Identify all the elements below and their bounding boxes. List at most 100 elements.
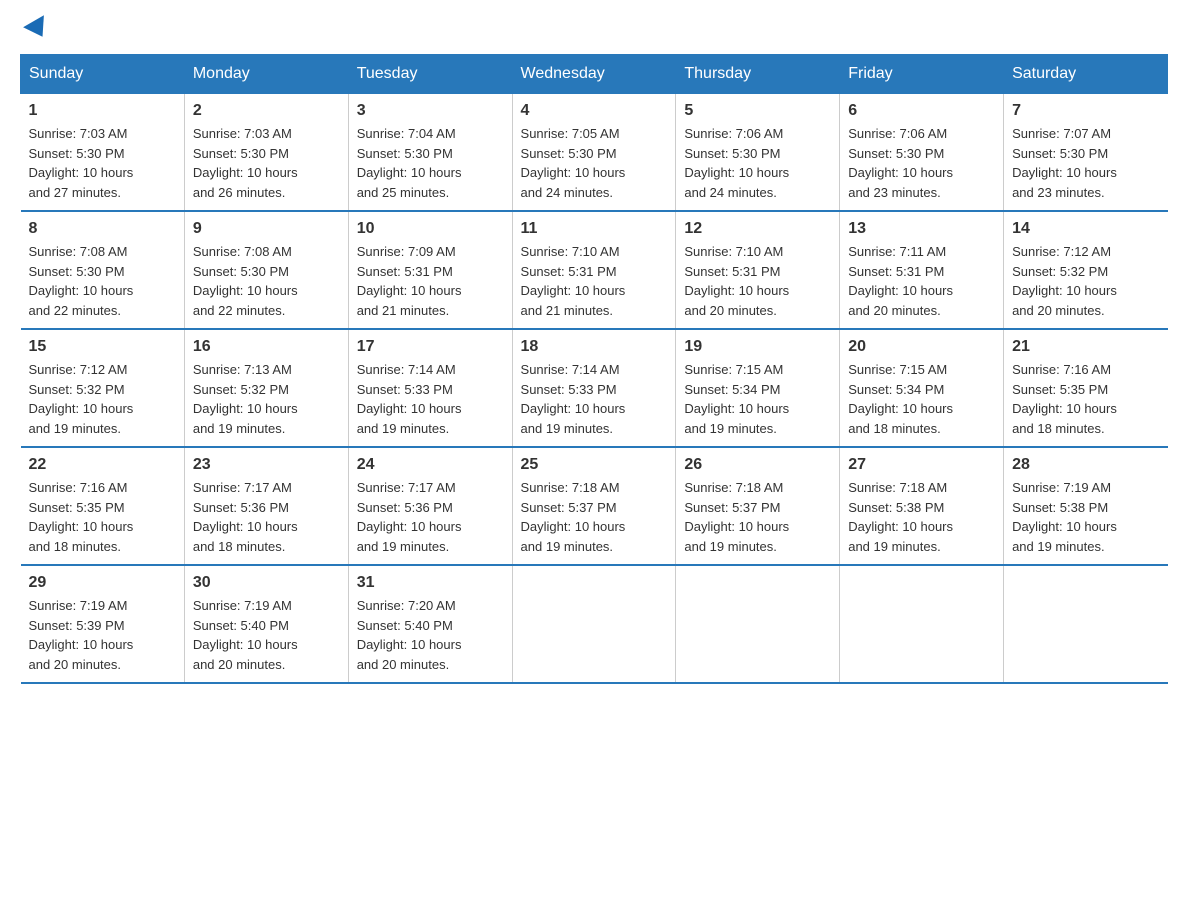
- day-number: 14: [1012, 220, 1159, 238]
- calendar-cell: 27 Sunrise: 7:18 AMSunset: 5:38 PMDaylig…: [840, 447, 1004, 565]
- day-number: 21: [1012, 338, 1159, 356]
- day-info: Sunrise: 7:15 AMSunset: 5:34 PMDaylight:…: [684, 362, 789, 436]
- day-number: 28: [1012, 456, 1159, 474]
- header-tuesday: Tuesday: [348, 55, 512, 94]
- week-row-5: 29 Sunrise: 7:19 AMSunset: 5:39 PMDaylig…: [21, 565, 1168, 683]
- calendar-cell: [840, 565, 1004, 683]
- calendar-table: SundayMondayTuesdayWednesdayThursdayFrid…: [20, 54, 1168, 684]
- calendar-cell: 23 Sunrise: 7:17 AMSunset: 5:36 PMDaylig…: [184, 447, 348, 565]
- calendar-cell: 16 Sunrise: 7:13 AMSunset: 5:32 PMDaylig…: [184, 329, 348, 447]
- day-info: Sunrise: 7:10 AMSunset: 5:31 PMDaylight:…: [684, 244, 789, 318]
- calendar-cell: [676, 565, 840, 683]
- day-info: Sunrise: 7:19 AMSunset: 5:39 PMDaylight:…: [29, 598, 134, 672]
- day-info: Sunrise: 7:12 AMSunset: 5:32 PMDaylight:…: [1012, 244, 1117, 318]
- day-info: Sunrise: 7:05 AMSunset: 5:30 PMDaylight:…: [521, 126, 626, 200]
- calendar-cell: 20 Sunrise: 7:15 AMSunset: 5:34 PMDaylig…: [840, 329, 1004, 447]
- day-number: 11: [521, 220, 668, 238]
- day-number: 19: [684, 338, 831, 356]
- day-number: 7: [1012, 102, 1159, 120]
- calendar-cell: 4 Sunrise: 7:05 AMSunset: 5:30 PMDayligh…: [512, 94, 676, 212]
- day-number: 15: [29, 338, 176, 356]
- day-number: 24: [357, 456, 504, 474]
- day-info: Sunrise: 7:07 AMSunset: 5:30 PMDaylight:…: [1012, 126, 1117, 200]
- calendar-cell: 14 Sunrise: 7:12 AMSunset: 5:32 PMDaylig…: [1004, 211, 1168, 329]
- calendar-header-row: SundayMondayTuesdayWednesdayThursdayFrid…: [21, 55, 1168, 94]
- calendar-cell: 15 Sunrise: 7:12 AMSunset: 5:32 PMDaylig…: [21, 329, 185, 447]
- day-info: Sunrise: 7:18 AMSunset: 5:38 PMDaylight:…: [848, 480, 953, 554]
- header-friday: Friday: [840, 55, 1004, 94]
- day-number: 27: [848, 456, 995, 474]
- calendar-cell: 24 Sunrise: 7:17 AMSunset: 5:36 PMDaylig…: [348, 447, 512, 565]
- day-info: Sunrise: 7:10 AMSunset: 5:31 PMDaylight:…: [521, 244, 626, 318]
- day-info: Sunrise: 7:08 AMSunset: 5:30 PMDaylight:…: [29, 244, 134, 318]
- calendar-cell: 26 Sunrise: 7:18 AMSunset: 5:37 PMDaylig…: [676, 447, 840, 565]
- day-info: Sunrise: 7:17 AMSunset: 5:36 PMDaylight:…: [193, 480, 298, 554]
- calendar-cell: 7 Sunrise: 7:07 AMSunset: 5:30 PMDayligh…: [1004, 94, 1168, 212]
- calendar-cell: [1004, 565, 1168, 683]
- week-row-4: 22 Sunrise: 7:16 AMSunset: 5:35 PMDaylig…: [21, 447, 1168, 565]
- day-number: 9: [193, 220, 340, 238]
- day-number: 25: [521, 456, 668, 474]
- calendar-cell: 3 Sunrise: 7:04 AMSunset: 5:30 PMDayligh…: [348, 94, 512, 212]
- day-number: 20: [848, 338, 995, 356]
- calendar-cell: 18 Sunrise: 7:14 AMSunset: 5:33 PMDaylig…: [512, 329, 676, 447]
- calendar-cell: 22 Sunrise: 7:16 AMSunset: 5:35 PMDaylig…: [21, 447, 185, 565]
- day-info: Sunrise: 7:19 AMSunset: 5:40 PMDaylight:…: [193, 598, 298, 672]
- calendar-cell: 6 Sunrise: 7:06 AMSunset: 5:30 PMDayligh…: [840, 94, 1004, 212]
- header: [20, 20, 1168, 38]
- day-info: Sunrise: 7:03 AMSunset: 5:30 PMDaylight:…: [29, 126, 134, 200]
- day-number: 1: [29, 102, 176, 120]
- calendar-cell: 19 Sunrise: 7:15 AMSunset: 5:34 PMDaylig…: [676, 329, 840, 447]
- calendar-cell: 8 Sunrise: 7:08 AMSunset: 5:30 PMDayligh…: [21, 211, 185, 329]
- day-info: Sunrise: 7:04 AMSunset: 5:30 PMDaylight:…: [357, 126, 462, 200]
- calendar-cell: 25 Sunrise: 7:18 AMSunset: 5:37 PMDaylig…: [512, 447, 676, 565]
- day-info: Sunrise: 7:08 AMSunset: 5:30 PMDaylight:…: [193, 244, 298, 318]
- day-number: 10: [357, 220, 504, 238]
- day-info: Sunrise: 7:14 AMSunset: 5:33 PMDaylight:…: [521, 362, 626, 436]
- week-row-1: 1 Sunrise: 7:03 AMSunset: 5:30 PMDayligh…: [21, 94, 1168, 212]
- day-info: Sunrise: 7:18 AMSunset: 5:37 PMDaylight:…: [521, 480, 626, 554]
- day-number: 12: [684, 220, 831, 238]
- calendar-cell: 1 Sunrise: 7:03 AMSunset: 5:30 PMDayligh…: [21, 94, 185, 212]
- day-number: 13: [848, 220, 995, 238]
- calendar-cell: 29 Sunrise: 7:19 AMSunset: 5:39 PMDaylig…: [21, 565, 185, 683]
- day-number: 22: [29, 456, 176, 474]
- day-number: 4: [521, 102, 668, 120]
- day-info: Sunrise: 7:09 AMSunset: 5:31 PMDaylight:…: [357, 244, 462, 318]
- day-info: Sunrise: 7:13 AMSunset: 5:32 PMDaylight:…: [193, 362, 298, 436]
- day-number: 6: [848, 102, 995, 120]
- logo-blue-text: [20, 20, 50, 38]
- calendar-cell: 17 Sunrise: 7:14 AMSunset: 5:33 PMDaylig…: [348, 329, 512, 447]
- day-number: 29: [29, 574, 176, 592]
- calendar-cell: 9 Sunrise: 7:08 AMSunset: 5:30 PMDayligh…: [184, 211, 348, 329]
- calendar-cell: [512, 565, 676, 683]
- day-number: 16: [193, 338, 340, 356]
- day-number: 2: [193, 102, 340, 120]
- header-monday: Monday: [184, 55, 348, 94]
- day-number: 3: [357, 102, 504, 120]
- calendar-cell: 28 Sunrise: 7:19 AMSunset: 5:38 PMDaylig…: [1004, 447, 1168, 565]
- day-info: Sunrise: 7:03 AMSunset: 5:30 PMDaylight:…: [193, 126, 298, 200]
- calendar-cell: 21 Sunrise: 7:16 AMSunset: 5:35 PMDaylig…: [1004, 329, 1168, 447]
- calendar-cell: 13 Sunrise: 7:11 AMSunset: 5:31 PMDaylig…: [840, 211, 1004, 329]
- day-number: 26: [684, 456, 831, 474]
- day-number: 30: [193, 574, 340, 592]
- day-info: Sunrise: 7:20 AMSunset: 5:40 PMDaylight:…: [357, 598, 462, 672]
- logo-triangle-icon: [23, 15, 53, 43]
- calendar-cell: 12 Sunrise: 7:10 AMSunset: 5:31 PMDaylig…: [676, 211, 840, 329]
- header-sunday: Sunday: [21, 55, 185, 94]
- calendar-cell: 30 Sunrise: 7:19 AMSunset: 5:40 PMDaylig…: [184, 565, 348, 683]
- day-info: Sunrise: 7:06 AMSunset: 5:30 PMDaylight:…: [684, 126, 789, 200]
- day-number: 17: [357, 338, 504, 356]
- day-info: Sunrise: 7:12 AMSunset: 5:32 PMDaylight:…: [29, 362, 134, 436]
- day-info: Sunrise: 7:06 AMSunset: 5:30 PMDaylight:…: [848, 126, 953, 200]
- day-number: 8: [29, 220, 176, 238]
- calendar-cell: 5 Sunrise: 7:06 AMSunset: 5:30 PMDayligh…: [676, 94, 840, 212]
- calendar-cell: 11 Sunrise: 7:10 AMSunset: 5:31 PMDaylig…: [512, 211, 676, 329]
- header-saturday: Saturday: [1004, 55, 1168, 94]
- calendar-cell: 31 Sunrise: 7:20 AMSunset: 5:40 PMDaylig…: [348, 565, 512, 683]
- header-thursday: Thursday: [676, 55, 840, 94]
- day-info: Sunrise: 7:17 AMSunset: 5:36 PMDaylight:…: [357, 480, 462, 554]
- calendar-cell: 10 Sunrise: 7:09 AMSunset: 5:31 PMDaylig…: [348, 211, 512, 329]
- day-info: Sunrise: 7:16 AMSunset: 5:35 PMDaylight:…: [1012, 362, 1117, 436]
